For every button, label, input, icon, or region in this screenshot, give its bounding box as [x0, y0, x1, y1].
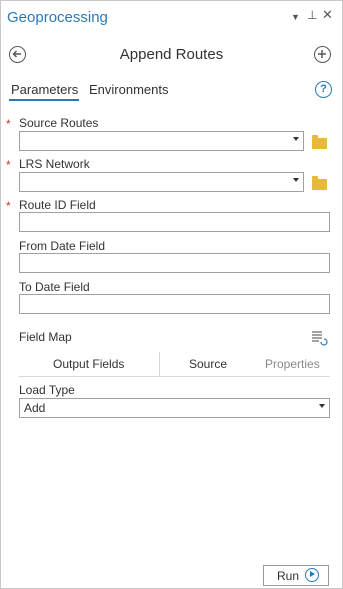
chevron-down-icon [319, 404, 325, 408]
to-date-field-label: To Date Field [19, 280, 90, 294]
chevron-down-icon[interactable]: ▼ [291, 12, 300, 22]
run-button[interactable]: Run [263, 565, 329, 586]
load-type-label: Load Type [19, 383, 75, 397]
play-icon [305, 568, 319, 582]
tool-title: Append Routes [119, 46, 224, 63]
lrs-network-dropdown[interactable] [19, 172, 304, 192]
pin-icon[interactable]: ⊥ [307, 8, 317, 22]
required-marker: * [6, 158, 11, 172]
folder-icon[interactable] [312, 135, 327, 149]
tab-properties[interactable]: Properties [265, 357, 320, 371]
route-id-field-label: Route ID Field [19, 198, 96, 212]
route-id-field-input[interactable] [19, 212, 330, 232]
required-marker: * [6, 117, 11, 131]
pane-titlebar: Geoprocessing ▼ ⊥ ✕ [1, 1, 342, 35]
field-map-tabs: Output Fields Source Properties [19, 352, 330, 377]
tab-parameters[interactable]: Parameters [11, 82, 78, 97]
load-type-value: Add [24, 401, 46, 415]
source-routes-label: Source Routes [19, 116, 99, 130]
run-label: Run [277, 569, 300, 583]
folder-icon[interactable] [312, 176, 327, 190]
field-map-tab-divider [159, 352, 160, 376]
to-date-field-input[interactable] [19, 294, 330, 314]
active-tab-indicator [9, 99, 79, 101]
geoprocessing-pane: Geoprocessing ▼ ⊥ ✕ Append Routes Parame… [0, 0, 343, 589]
help-icon[interactable]: ? [315, 81, 332, 98]
field-map-options-icon[interactable] [310, 330, 328, 346]
from-date-field-input[interactable] [19, 253, 330, 273]
chevron-down-icon [293, 178, 299, 182]
load-type-dropdown[interactable]: Add [19, 398, 330, 418]
add-icon[interactable] [314, 46, 331, 63]
tab-environments[interactable]: Environments [89, 82, 168, 97]
tab-output-fields[interactable]: Output Fields [53, 357, 124, 371]
close-icon[interactable]: ✕ [322, 7, 333, 23]
source-routes-dropdown[interactable] [19, 131, 304, 151]
chevron-down-icon [293, 137, 299, 141]
pane-title: Geoprocessing [7, 9, 108, 26]
tab-source[interactable]: Source [189, 357, 227, 371]
field-map-label: Field Map [19, 330, 72, 344]
required-marker: * [6, 199, 11, 213]
from-date-field-label: From Date Field [19, 239, 106, 253]
lrs-network-label: LRS Network [19, 157, 90, 171]
